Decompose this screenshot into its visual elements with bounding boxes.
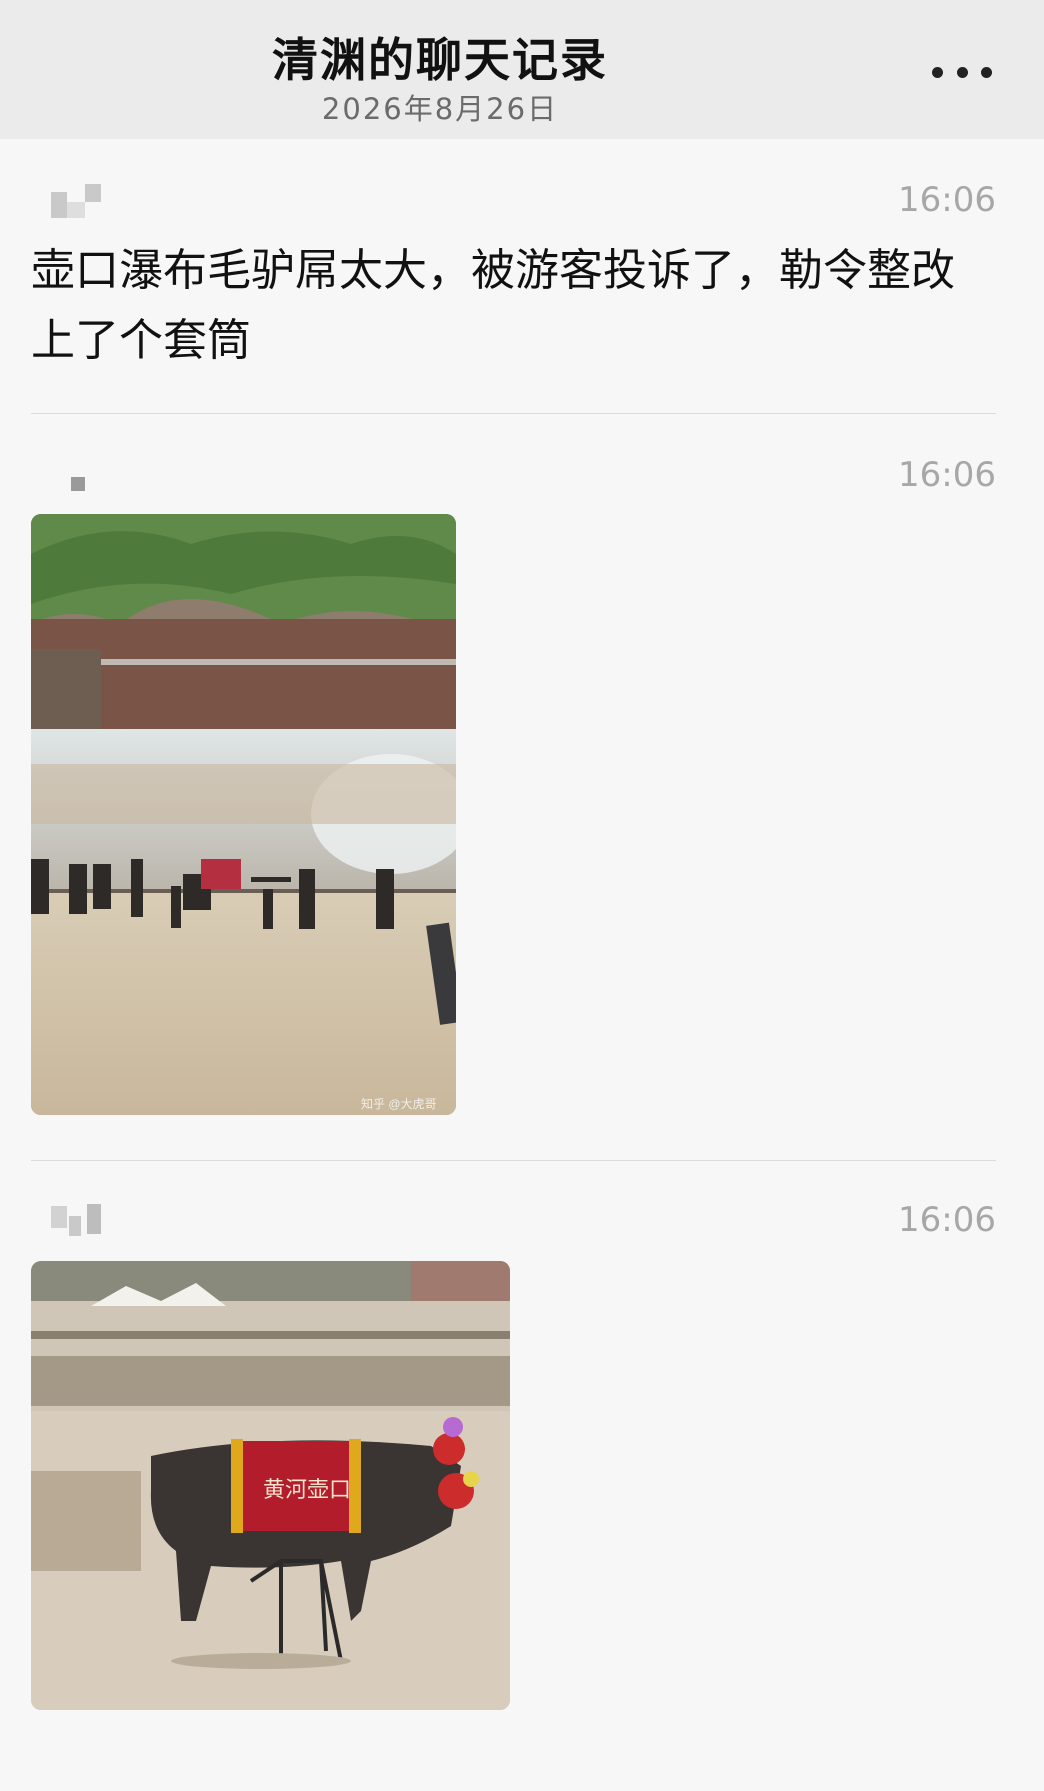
sender-avatar[interactable] (51, 1204, 103, 1244)
waterfall-photo[interactable]: 知乎 @大虎哥 (31, 514, 456, 1115)
message-item: 16:06 知乎 @大虎哥 (31, 455, 996, 1115)
chat-header: 清渊的聊天记录 2026年8月26日 (0, 0, 1044, 139)
message-time: 16:06 (898, 455, 996, 495)
donkey-photo[interactable]: 黄河壶口 (31, 1261, 510, 1710)
more-dots-icon[interactable] (932, 56, 992, 88)
sender-avatar[interactable] (51, 467, 103, 507)
photo-watermark: 知乎 @大虎哥 (361, 1097, 437, 1111)
saddle-text: 黄河壶口 (263, 1478, 351, 1503)
sender-avatar[interactable] (51, 184, 103, 224)
message-divider (31, 413, 996, 414)
message-time: 16:06 (898, 180, 996, 220)
chat-title: 清渊的聊天记录 (272, 33, 608, 87)
message-item: 16:06 黄河壶口 (31, 1200, 996, 1710)
chat-date: 2026年8月26日 (321, 92, 559, 126)
message-divider (31, 1160, 996, 1161)
message-time: 16:06 (898, 1200, 996, 1240)
message-text[interactable]: 壶口瀑布毛驴屌太大，被游客投诉了，勒令整改上了个套筒 (31, 236, 991, 376)
message-item: 16:06 壶口瀑布毛驴屌太大，被游客投诉了，勒令整改上了个套筒 (31, 178, 996, 428)
